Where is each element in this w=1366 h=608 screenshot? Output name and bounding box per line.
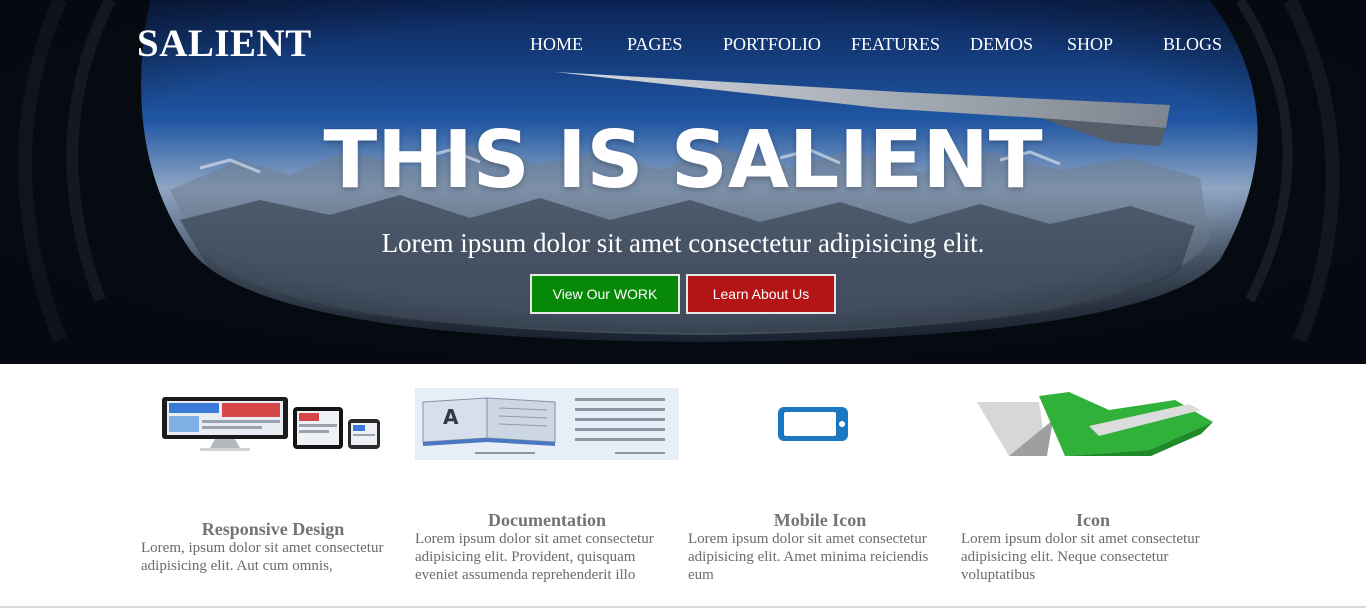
responsive-devices-icon <box>160 394 382 456</box>
feature-mobile-icon: Mobile Icon Lorem ipsum dolor sit amet c… <box>688 364 954 608</box>
feature-title: Documentation <box>488 510 606 530</box>
feature-responsive-design: Responsive Design Lorem, ipsum dolor sit… <box>141 364 407 608</box>
learn-about-button[interactable]: Learn About Us <box>686 274 836 314</box>
mobile-phone-icon <box>776 404 852 444</box>
hero-title: THIS IS SALIENT <box>323 114 1043 206</box>
feature-icon: Icon Lorem ipsum dolor sit amet consecte… <box>961 364 1227 608</box>
feature-description: Lorem ipsum dolor sit amet consectetur a… <box>961 531 1200 583</box>
nav-shop[interactable]: SHOP <box>1067 33 1113 55</box>
open-book-icon: A <box>415 388 679 460</box>
feature-title: Icon <box>1075 510 1110 530</box>
nav-demos[interactable]: DEMOS <box>970 33 1033 55</box>
nav-home[interactable]: HOME <box>530 33 583 55</box>
nav-portfolio[interactable]: PORTFOLIO <box>723 33 821 55</box>
main-nav: HOME PAGES PORTFOLIO FEATURES DEMOS SHOP… <box>0 33 1366 57</box>
feature-title: Responsive Design <box>201 519 345 539</box>
svg-text:A: A <box>443 405 459 429</box>
feature-description: Lorem, ipsum dolor sit amet consectetur … <box>141 540 384 574</box>
feature-description: Lorem ipsum dolor sit amet consectetur a… <box>415 531 654 583</box>
nav-features[interactable]: FEATURES <box>851 33 940 55</box>
feature-description: Lorem ipsum dolor sit amet consectetur a… <box>688 531 929 583</box>
nav-blogs[interactable]: BLOGS <box>1163 33 1222 55</box>
hero-section: SALIENT HOME PAGES PORTFOLIO FEATURES DE… <box>0 0 1366 364</box>
nav-pages[interactable]: PAGES <box>627 33 682 55</box>
feature-documentation: A Documentation Lorem ipsum dolor sit am… <box>415 364 681 608</box>
hero-subtitle: Lorem ipsum dolor sit amet consectetur a… <box>381 228 985 258</box>
checkmark-logo-icon <box>969 390 1217 460</box>
view-work-button[interactable]: View Our WORK <box>530 274 680 314</box>
feature-title: Mobile Icon <box>773 510 867 530</box>
